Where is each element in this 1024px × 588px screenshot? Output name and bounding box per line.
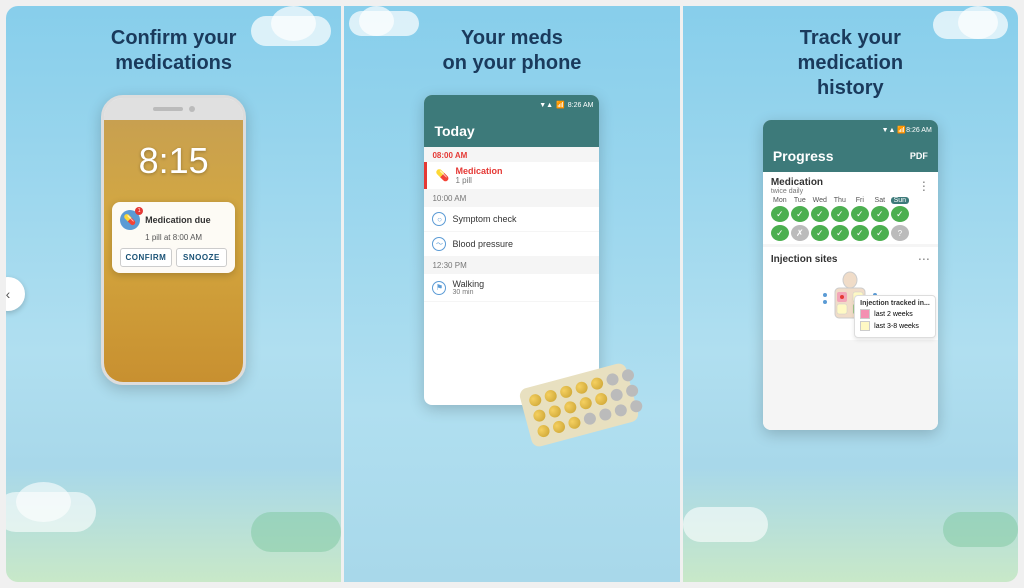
check-mon-2: ✓ bbox=[771, 225, 789, 241]
walking-item: ⚑ Walking 30 min bbox=[424, 274, 599, 301]
injection-section-title: Injection sites bbox=[771, 254, 838, 265]
med-section-sub: twice daily bbox=[771, 188, 823, 195]
confirm-button[interactable]: CONFIRM bbox=[120, 248, 172, 267]
check-wed-1: ✓ bbox=[811, 206, 829, 222]
notif-header: 💊 1 Medication due bbox=[120, 210, 227, 230]
prog-pdf-label[interactable]: PDF bbox=[910, 151, 928, 161]
check-row-1: ✓ ✓ ✓ ✓ ✓ ✓ ✓ bbox=[763, 206, 938, 225]
medication-info: Medication 1 pill bbox=[455, 166, 502, 185]
prog-header-title: Progress bbox=[773, 148, 834, 164]
legend-item-recent: last 2 weeks bbox=[860, 309, 930, 319]
app-container: ▼▲ 📶 8:26 AM Today 08:00 AM 💊 Medication… bbox=[424, 90, 599, 405]
injection-section: Injection sites ⋯ bbox=[763, 247, 938, 340]
symptom-text: Symptom check bbox=[452, 214, 516, 224]
panel1-title: Confirm your medications bbox=[111, 26, 237, 76]
days-header: Mon Tue Wed Thu Fri Sat Sun bbox=[763, 197, 938, 206]
time-label-0800: 08:00 AM bbox=[432, 151, 591, 160]
notif-buttons: CONFIRM SNOOZE bbox=[120, 248, 227, 267]
time-label-1230: 12:30 PM bbox=[432, 261, 591, 270]
injection-section-menu[interactable]: ⋯ bbox=[918, 252, 930, 266]
check-sat-1: ✓ bbox=[871, 206, 889, 222]
bp-text: Blood pressure bbox=[452, 239, 513, 249]
app-body: 08:00 AM 💊 Medication 1 pill 10:00 AM ○ … bbox=[424, 147, 599, 302]
day-sun: Sun bbox=[891, 197, 909, 204]
phone-mockup: 8:15 💊 1 Medication due 1 pill at 8:00 A… bbox=[101, 95, 246, 385]
legend-color-recent bbox=[860, 309, 870, 319]
pill-icon: 💊 1 bbox=[120, 210, 140, 230]
notif-subtitle: 1 pill at 8:00 AM bbox=[145, 233, 227, 242]
symptom-icon: ○ bbox=[432, 212, 446, 226]
notification-card: 💊 1 Medication due 1 pill at 8:00 AM CON… bbox=[112, 202, 235, 273]
check-thu-1: ✓ bbox=[831, 206, 849, 222]
app-header: Today bbox=[424, 115, 599, 147]
app-header-title: Today bbox=[434, 123, 474, 139]
panel-confirm-medications: ‹ Confirm your medications 8:15 💊 1 Medi… bbox=[6, 6, 341, 582]
phone-top-bar bbox=[104, 98, 243, 120]
walking-info: Walking 30 min bbox=[452, 279, 484, 296]
phone-screen: 8:15 💊 1 Medication due 1 pill at 8:00 A… bbox=[104, 120, 243, 382]
medication-dose: 1 pill bbox=[455, 176, 502, 185]
check-tue-2: ✗ bbox=[791, 225, 809, 241]
legend-label-recent: last 2 weeks bbox=[874, 311, 913, 318]
medication-item: 💊 Medication 1 pill bbox=[424, 162, 599, 189]
panel-track-history: Track your medication history ▼▲ 📶 8:26 … bbox=[683, 6, 1018, 582]
day-wed: Wed bbox=[811, 197, 829, 204]
snooze-button[interactable]: SNOOZE bbox=[176, 248, 228, 267]
panel-meds-on-phone: Your meds on your phone ▼▲ 📶 8:26 AM Tod… bbox=[344, 6, 679, 582]
time-section-1000: 10:00 AM bbox=[424, 190, 599, 207]
day-mon: Mon bbox=[771, 197, 789, 204]
med-section-menu[interactable]: ⋮ bbox=[918, 179, 930, 193]
app-status-bar: ▼▲ 📶 8:26 AM bbox=[424, 95, 599, 115]
notif-badge: 1 bbox=[135, 207, 143, 215]
panel3-title: Track your medication history bbox=[798, 26, 904, 101]
phone-speaker bbox=[153, 107, 183, 111]
phone-camera bbox=[189, 106, 195, 112]
status-time: 8:26 AM bbox=[568, 102, 594, 109]
symptom-check-item: ○ Symptom check bbox=[424, 207, 599, 231]
progress-screen: ▼▲ 📶 8:26 AM Progress PDF Medication twi… bbox=[763, 120, 938, 430]
prog-status-time: 8:26 AM bbox=[906, 127, 932, 134]
check-fri-1: ✓ bbox=[851, 206, 869, 222]
blood-pressure-item: 〜 Blood pressure bbox=[424, 232, 599, 256]
legend-item-older: last 3-8 weeks bbox=[860, 321, 930, 331]
injection-legend: Injection tracked in... last 2 weeks las… bbox=[854, 295, 936, 338]
check-row-2: ✓ ✗ ✓ ✓ ✓ ✓ ? bbox=[763, 225, 938, 244]
time-section-0800: 08:00 AM bbox=[424, 147, 599, 162]
day-fri: Fri bbox=[851, 197, 869, 204]
check-mon-1: ✓ bbox=[771, 206, 789, 222]
bp-icon: 〜 bbox=[432, 237, 446, 251]
progress-app-container: ▼▲ 📶 8:26 AM Progress PDF Medication twi… bbox=[763, 115, 938, 430]
prog-header: Progress PDF bbox=[763, 140, 938, 172]
medication-progress-section: Medication twice daily ⋮ Mon Tue Wed Thu… bbox=[763, 172, 938, 244]
app-screen: ▼▲ 📶 8:26 AM Today 08:00 AM 💊 Medication… bbox=[424, 95, 599, 405]
check-sun-2: ? bbox=[891, 225, 909, 241]
check-tue-1: ✓ bbox=[791, 206, 809, 222]
day-sat: Sat bbox=[871, 197, 889, 204]
medication-name: Medication bbox=[455, 166, 502, 176]
prog-body: Medication twice daily ⋮ Mon Tue Wed Thu… bbox=[763, 172, 938, 430]
legend-label-older: last 3-8 weeks bbox=[874, 323, 919, 330]
notif-title: Medication due bbox=[145, 215, 211, 225]
check-thu-2: ✓ bbox=[831, 225, 849, 241]
walking-icon: ⚑ bbox=[432, 281, 446, 295]
time-label-1000: 10:00 AM bbox=[432, 194, 591, 203]
medication-section-header: Medication twice daily ⋮ bbox=[763, 172, 938, 197]
check-sun-1: ✓ bbox=[891, 206, 909, 222]
time-section-1230: 12:30 PM bbox=[424, 257, 599, 274]
phone-time: 8:15 bbox=[139, 140, 209, 182]
prog-status-bar: ▼▲ 📶 8:26 AM bbox=[763, 120, 938, 140]
legend-title: Injection tracked in... bbox=[860, 300, 930, 307]
check-sat-2: ✓ bbox=[871, 225, 889, 241]
check-fri-2: ✓ bbox=[851, 225, 869, 241]
medication-icon: 💊 bbox=[435, 169, 449, 183]
med-section-title: Medication bbox=[771, 177, 823, 188]
panel2-title: Your meds on your phone bbox=[443, 26, 582, 76]
check-wed-2: ✓ bbox=[811, 225, 829, 241]
legend-color-older bbox=[860, 321, 870, 331]
day-tue: Tue bbox=[791, 197, 809, 204]
nav-back-arrow[interactable]: ‹ bbox=[6, 277, 25, 311]
day-thu: Thu bbox=[831, 197, 849, 204]
